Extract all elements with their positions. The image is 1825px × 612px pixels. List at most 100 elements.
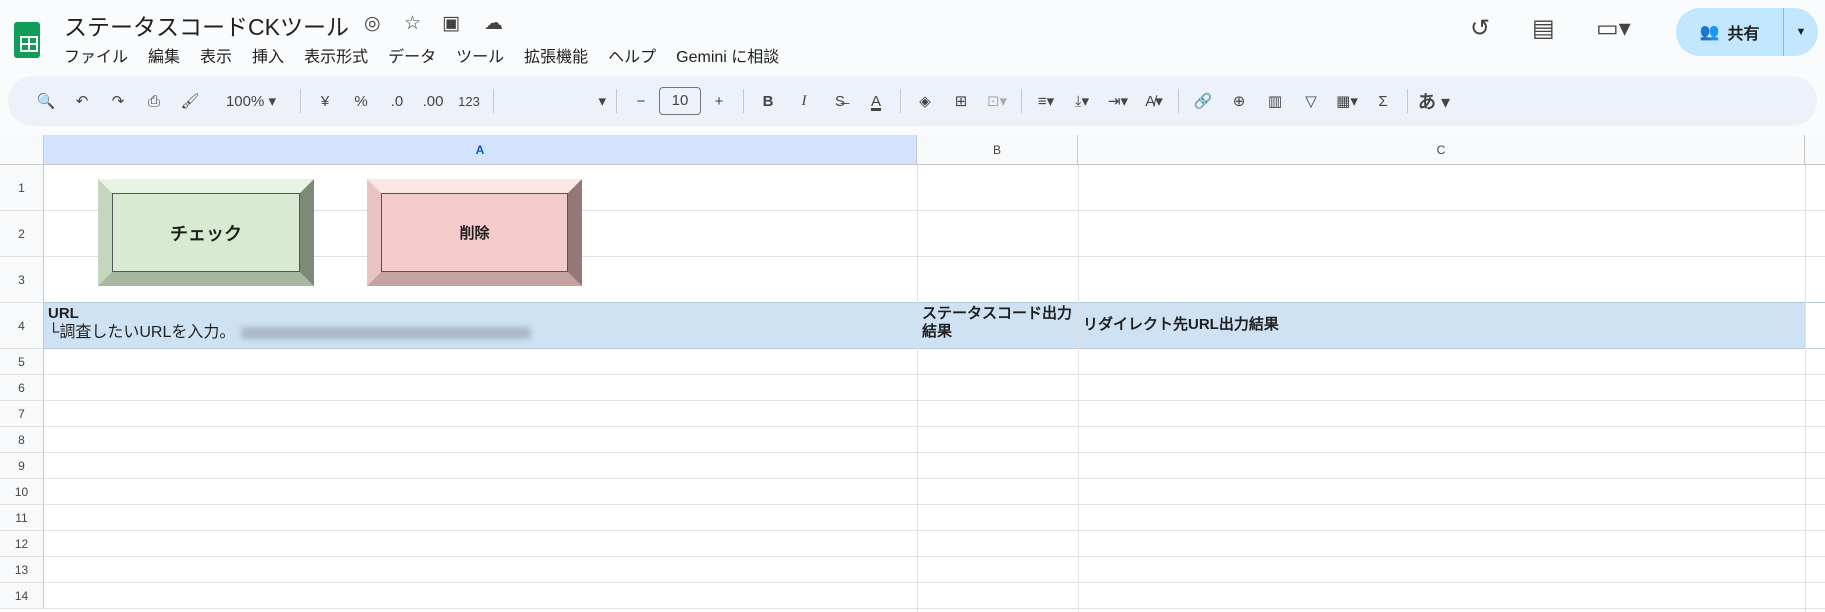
horizontal-align-icon[interactable]: ≡▾ (1028, 92, 1064, 110)
row-header[interactable]: 7 (0, 401, 44, 427)
divider (300, 89, 301, 113)
column-divider (1078, 165, 1079, 612)
redo-icon[interactable]: ↷ (100, 92, 136, 110)
text-wrap-icon[interactable]: ⇥▾ (1100, 92, 1136, 110)
row-divider (44, 400, 1825, 401)
currency-button[interactable]: ¥ (307, 93, 343, 110)
menu-file[interactable]: ファイル (64, 43, 128, 67)
menu-view[interactable]: 表示 (200, 43, 232, 67)
row-divider (44, 348, 1825, 349)
select-all-corner[interactable] (0, 135, 44, 165)
menu-data[interactable]: データ (388, 43, 436, 67)
row-header[interactable]: 3 (0, 257, 44, 303)
functions-icon[interactable]: Σ (1365, 93, 1401, 110)
meet-icon[interactable]: ▭▾ (1596, 14, 1631, 43)
filter-views-icon[interactable]: ▦▾ (1329, 92, 1365, 110)
print-icon[interactable]: ⎙ (136, 93, 172, 110)
move-folder-icon[interactable]: ▣ (442, 12, 460, 35)
italic-button[interactable]: I (786, 93, 822, 110)
menu-tools[interactable]: ツール (456, 43, 504, 67)
text-color-icon[interactable]: A (858, 93, 894, 110)
check-button[interactable]: チェック (98, 179, 314, 286)
row-header[interactable]: 2 (0, 211, 44, 257)
fill-color-icon[interactable]: ◈ (907, 92, 943, 110)
row-divider (44, 582, 1825, 583)
merge-cells-icon[interactable]: ⊡▾ (979, 92, 1015, 110)
font-size-input[interactable]: 10 (659, 87, 701, 115)
search-icon[interactable]: 🔍 (28, 92, 64, 110)
delete-button[interactable]: 削除 (367, 179, 582, 286)
strikethrough-icon[interactable]: S̶ (822, 93, 858, 110)
row-header[interactable]: 9 (0, 453, 44, 479)
link-icon[interactable]: 🔗 (1185, 92, 1221, 110)
row-header[interactable]: 8 (0, 427, 44, 453)
row-divider (44, 504, 1825, 505)
number-format-button[interactable]: 123 (451, 94, 487, 109)
menu-format[interactable]: 表示形式 (304, 43, 368, 67)
people-icon: 👥 (1699, 24, 1720, 41)
cell-c4[interactable]: リダイレクト先URL出力結果 (1083, 316, 1279, 334)
borders-icon[interactable]: ⊞ (943, 92, 979, 110)
row-divider (44, 452, 1825, 453)
increase-decimal-button[interactable]: .00 (415, 93, 451, 110)
row-header[interactable]: 1 (0, 165, 44, 211)
comment-icon[interactable]: ⊕ (1221, 92, 1257, 110)
input-tools-button[interactable]: あ ▾ (1414, 88, 1454, 114)
row-header[interactable]: 4 (0, 303, 44, 349)
menu-insert[interactable]: 挿入 (252, 43, 284, 67)
column-header-c[interactable]: C (1078, 135, 1805, 165)
menu-help[interactable]: ヘルプ (608, 43, 656, 67)
divider (616, 89, 617, 113)
document-title[interactable]: ステータスコードCKツール (64, 8, 349, 42)
menu-gemini[interactable]: Gemini に相談 (676, 43, 779, 67)
comments-icon[interactable]: ▤ (1532, 14, 1555, 43)
cell-a4-description[interactable]: └調査したいURLを入力。 (48, 324, 532, 342)
zoom-value: 100% (225, 93, 265, 110)
text-rotation-icon[interactable]: A̸▾ (1136, 92, 1172, 110)
zoom-select[interactable]: 100% ▾ (208, 92, 294, 110)
row-header[interactable]: 6 (0, 375, 44, 401)
font-family-select[interactable]: ▾ (500, 92, 610, 110)
vertical-align-icon[interactable]: ⤓▾ (1064, 92, 1100, 110)
row-divider (44, 608, 1825, 609)
menu-extensions[interactable]: 拡張機能 (524, 43, 588, 67)
divider (1178, 89, 1179, 113)
increase-font-size-icon[interactable]: + (701, 93, 737, 110)
cell-b4[interactable]: ステータスコード出力結果 (922, 305, 1074, 341)
share-button[interactable]: 👥 共有 ▼ (1676, 8, 1818, 56)
shield-icon[interactable]: ◎ (364, 12, 381, 35)
menu-edit[interactable]: 編集 (148, 43, 180, 67)
history-icon[interactable]: ↺ (1470, 14, 1490, 43)
row-header[interactable]: 5 (0, 349, 44, 375)
column-divider (1805, 165, 1806, 612)
cell-a4-title[interactable]: URL (48, 305, 79, 323)
row-divider (44, 426, 1825, 427)
share-dropdown-icon[interactable]: ▼ (1784, 26, 1818, 38)
decrease-decimal-button[interactable]: .0 (379, 93, 415, 110)
percent-button[interactable]: % (343, 93, 379, 110)
column-header-a[interactable]: A (44, 135, 917, 165)
row-header[interactable]: 12 (0, 531, 44, 557)
row-header[interactable]: 14 (0, 583, 44, 609)
share-label: 共有 (1727, 26, 1760, 43)
decrease-font-size-icon[interactable]: − (623, 93, 659, 110)
chart-icon[interactable]: ▥ (1257, 92, 1293, 110)
sheets-logo[interactable] (14, 22, 40, 58)
divider (743, 89, 744, 113)
row-header[interactable]: 11 (0, 505, 44, 531)
paint-format-icon[interactable]: 🖌 (172, 92, 208, 110)
cell-a4-text: └調査したいURLを入力。 (48, 324, 236, 341)
row-divider (44, 478, 1825, 479)
row-header[interactable]: 10 (0, 479, 44, 505)
bold-button[interactable]: B (750, 93, 786, 110)
column-header-b[interactable]: B (917, 135, 1078, 165)
spreadsheet-grid[interactable]: A B C 1 2 3 4 5 6 7 8 9 10 11 12 13 14 URL └調査したいURLを… (0, 135, 1825, 612)
divider (1407, 89, 1408, 113)
check-button-label: チェック (112, 193, 300, 272)
star-icon[interactable]: ☆ (404, 12, 421, 35)
undo-icon[interactable]: ↶ (64, 92, 100, 110)
redacted-text (241, 326, 532, 339)
row-header[interactable]: 13 (0, 557, 44, 583)
cloud-saved-icon[interactable]: ☁ (484, 12, 503, 35)
filter-icon[interactable]: ▽ (1293, 92, 1329, 110)
